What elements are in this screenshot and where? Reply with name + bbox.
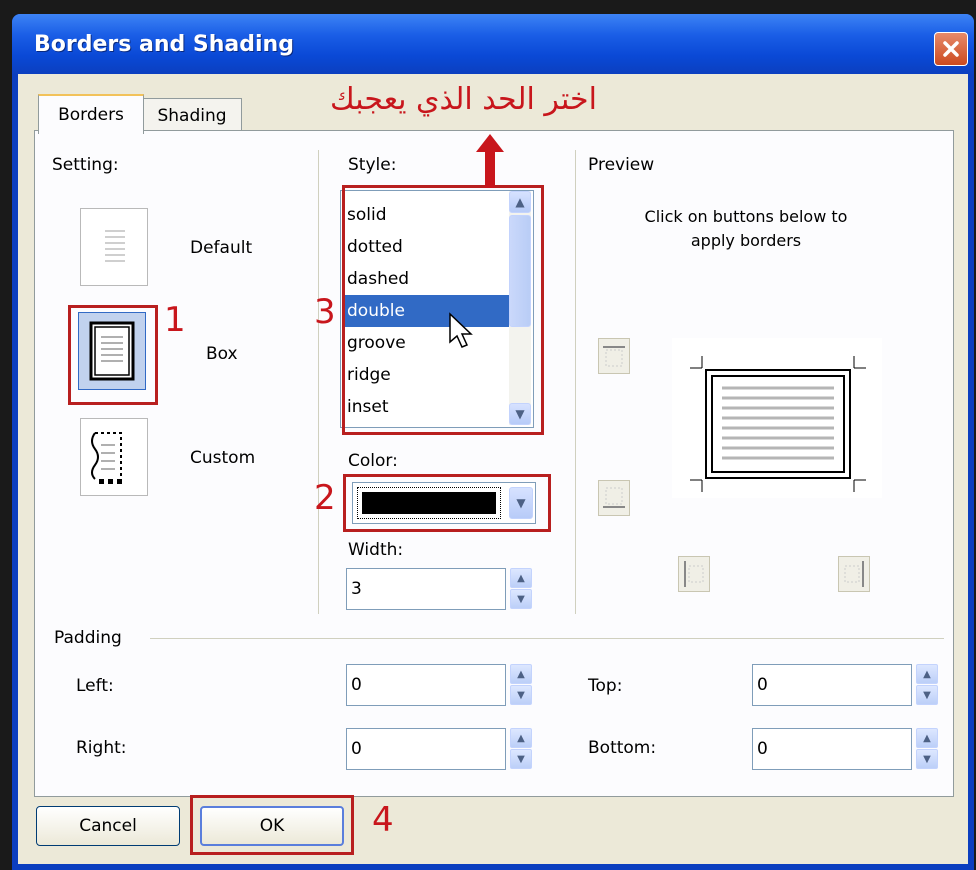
padding-right-label: Right: (76, 738, 127, 758)
separator-right (575, 150, 576, 614)
page-lines-icon (105, 230, 125, 262)
padding-left-spinner[interactable]: ▲ ▼ (510, 664, 532, 706)
padding-separator (150, 638, 944, 639)
padding-right-spinner[interactable]: ▲ ▼ (510, 728, 532, 770)
spin-down-button[interactable]: ▼ (510, 685, 532, 705)
width-input[interactable]: 3 (346, 568, 506, 610)
highlight-box-setting (68, 305, 158, 405)
spin-up-button[interactable]: ▲ (510, 568, 532, 588)
preview-page (690, 356, 866, 492)
padding-bottom-input[interactable]: 0 (752, 728, 912, 770)
highlight-box-style (342, 185, 544, 435)
step-number-1: 1 (164, 300, 186, 340)
spin-down-button[interactable]: ▼ (510, 589, 532, 609)
right-border-button[interactable] (838, 556, 870, 592)
highlight-box-ok (190, 795, 354, 855)
padding-label: Padding (54, 628, 122, 648)
preview-area (672, 338, 882, 498)
preview-hint: Click on buttons below to apply borders (644, 207, 848, 250)
setting-custom-icon[interactable] (80, 418, 148, 496)
bottom-border-icon (603, 487, 625, 508)
top-border-icon (603, 346, 625, 367)
padding-left-input[interactable]: 0 (346, 664, 506, 706)
left-border-button[interactable] (678, 556, 710, 592)
step-number-2: 2 (314, 478, 336, 518)
padding-top-label: Top: (588, 676, 623, 696)
red-arrow-icon (476, 134, 504, 188)
preview-label: Preview (588, 155, 655, 175)
close-icon (943, 41, 959, 57)
spin-down-button[interactable]: ▼ (916, 685, 938, 705)
step-number-3: 3 (314, 292, 336, 332)
width-label: Width: (348, 540, 404, 560)
setting-box-label: Box (206, 344, 238, 364)
spin-down-button[interactable]: ▼ (916, 749, 938, 769)
padding-top-spinner[interactable]: ▲ ▼ (916, 664, 938, 706)
arabic-annotation: اختر الحد الذي يعجبك (330, 82, 597, 117)
width-spinner[interactable]: ▲ ▼ (510, 568, 532, 610)
custom-border-icon (91, 432, 122, 484)
title-bar: Borders and Shading (12, 14, 974, 74)
right-border-icon (844, 561, 864, 587)
setting-label: Setting: (52, 155, 119, 175)
padding-bottom-label: Bottom: (588, 738, 657, 758)
close-button[interactable] (934, 32, 968, 66)
color-label: Color: (348, 451, 398, 471)
spin-up-button[interactable]: ▲ (510, 664, 532, 684)
left-border-icon (684, 561, 704, 587)
cancel-button[interactable]: Cancel (36, 806, 180, 846)
padding-top-input[interactable]: 0 (752, 664, 912, 706)
spin-down-button[interactable]: ▼ (510, 749, 532, 769)
dialog-title: Borders and Shading (34, 32, 294, 57)
separator-left (318, 150, 319, 614)
padding-left-label: Left: (76, 676, 114, 696)
setting-default-icon[interactable] (80, 208, 148, 286)
step-number-4: 4 (372, 800, 394, 840)
spin-up-button[interactable]: ▲ (916, 728, 938, 748)
padding-bottom-spinner[interactable]: ▲ ▼ (916, 728, 938, 770)
spin-up-button[interactable]: ▲ (916, 664, 938, 684)
highlight-box-color (343, 474, 551, 532)
top-border-button[interactable] (598, 338, 630, 374)
style-label: Style: (348, 155, 397, 175)
tab-shading[interactable]: Shading (142, 98, 242, 133)
setting-custom-label: Custom (190, 448, 256, 468)
setting-default-label: Default (190, 238, 253, 258)
bottom-border-button[interactable] (598, 480, 630, 516)
spin-up-button[interactable]: ▲ (510, 728, 532, 748)
tab-borders[interactable]: Borders (38, 94, 144, 134)
padding-right-input[interactable]: 0 (346, 728, 506, 770)
